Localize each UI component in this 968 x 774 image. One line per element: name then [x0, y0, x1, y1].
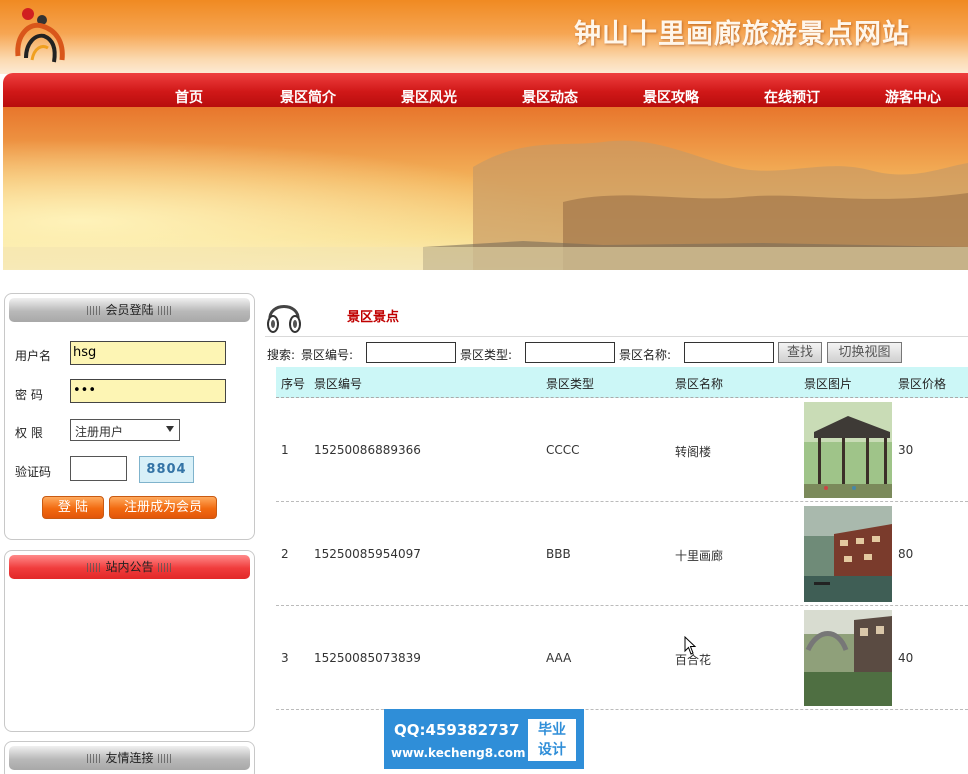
- banner-landscape: [3, 107, 968, 270]
- login-panel: 会员登陆 用户名 hsg 密 码 ••• 权 限 注册用户 验证码 8804 登…: [4, 293, 255, 540]
- watermark-banner: QQ:459382737 www.kecheng8.com 毕业 设计: [384, 709, 584, 769]
- password-input[interactable]: •••: [70, 379, 226, 403]
- grid-ornament-icon: [157, 563, 172, 572]
- nav-item-news[interactable]: 景区动态: [522, 87, 578, 107]
- col-header-no: 序号: [281, 377, 306, 391]
- role-label: 权 限: [15, 426, 43, 440]
- username-input[interactable]: hsg: [70, 341, 226, 365]
- watermark-url: www.kecheng8.com: [391, 746, 526, 760]
- cell-id: 15250085954097: [314, 547, 421, 561]
- cell-price: 40: [898, 651, 914, 665]
- captcha-label: 验证码: [15, 465, 52, 479]
- links-panel-header: 友情连接: [9, 746, 250, 770]
- cell-id: 15250086889366: [314, 443, 421, 457]
- table-row[interactable]: 3 15250085073839 AAA 百合花 40: [276, 606, 968, 710]
- headphones-icon: [267, 305, 301, 333]
- cell-type: BBB: [546, 547, 571, 561]
- notice-panel: 站内公告: [4, 550, 255, 732]
- nav-item-intro[interactable]: 景区简介: [280, 87, 336, 107]
- scenic-thumbnail[interactable]: [804, 610, 892, 706]
- nav-item-scenery[interactable]: 景区风光: [401, 87, 457, 107]
- table-row[interactable]: 2 15250085954097 BBB 十里画廊 80: [276, 502, 968, 606]
- nav-item-visitor[interactable]: 游客中心: [885, 87, 941, 107]
- col-header-name: 景区名称: [675, 377, 724, 391]
- site-title: 钟山十里画廊旅游景点网站: [574, 19, 910, 50]
- grid-ornament-icon: [157, 754, 172, 763]
- grid-ornament-icon: [87, 754, 102, 763]
- login-panel-header: 会员登陆: [9, 298, 250, 322]
- col-header-image: 景区图片: [804, 377, 853, 391]
- search-bar: 搜索: 景区编号: 景区类型: 景区名称: 查找 切换视图: [267, 342, 968, 364]
- site-logo[interactable]: [12, 4, 70, 66]
- cell-name[interactable]: 转阁楼: [675, 443, 711, 460]
- watermark-badge: 毕业 设计: [528, 719, 576, 761]
- search-name-input[interactable]: [684, 342, 774, 363]
- search-type-label: 景区类型:: [460, 348, 513, 362]
- role-select[interactable]: 注册用户: [70, 419, 180, 441]
- search-prefix: 搜索:: [267, 348, 296, 362]
- grid-ornament-icon: [87, 306, 102, 315]
- table-header: 序号 景区编号 景区类型 景区名称 景区图片 景区价格: [276, 367, 968, 398]
- nav-item-guide[interactable]: 景区攻略: [643, 87, 699, 107]
- search-id-label: 景区编号:: [301, 348, 354, 362]
- search-id-input[interactable]: [366, 342, 456, 363]
- col-header-price: 景区价格: [898, 377, 947, 391]
- scenic-thumbnail[interactable]: [804, 506, 892, 602]
- captcha-input[interactable]: [70, 456, 127, 481]
- register-button[interactable]: 注册成为会员: [109, 496, 217, 519]
- divider: [265, 336, 968, 337]
- nav-item-booking[interactable]: 在线预订: [764, 87, 820, 107]
- nav-item-home[interactable]: 首页: [175, 87, 203, 107]
- cell-name[interactable]: 十里画廊: [675, 547, 723, 564]
- cell-no: 2: [281, 547, 289, 561]
- password-label: 密 码: [15, 388, 43, 402]
- main-nav: 首页 景区简介 景区风光 景区动态 景区攻略 在线预订 游客中心: [3, 73, 968, 107]
- cell-price: 30: [898, 443, 914, 457]
- cell-type: CCCC: [546, 443, 580, 457]
- cell-no: 3: [281, 651, 289, 665]
- col-header-id: 景区编号: [314, 377, 363, 391]
- table-row[interactable]: 1 15250086889366 CCCC 转阁楼 30: [276, 398, 968, 502]
- search-type-input[interactable]: [525, 342, 615, 363]
- login-button[interactable]: 登 陆: [42, 496, 104, 519]
- chevron-down-icon: [166, 426, 174, 432]
- switch-view-button[interactable]: 切换视图: [827, 342, 902, 363]
- grid-ornament-icon: [87, 563, 102, 572]
- cell-no: 1: [281, 443, 289, 457]
- scenic-thumbnail[interactable]: [804, 402, 892, 498]
- cell-price: 80: [898, 547, 914, 561]
- links-panel: 友情连接: [4, 741, 255, 774]
- notice-panel-header: 站内公告: [9, 555, 250, 579]
- mouse-cursor-icon: [684, 636, 697, 655]
- cell-id: 15250085073839: [314, 651, 421, 665]
- cell-type: AAA: [546, 651, 572, 665]
- captcha-image[interactable]: 8804: [139, 456, 194, 483]
- watermark-qq: QQ:459382737: [394, 721, 520, 739]
- site-header: 钟山十里画廊旅游景点网站: [0, 0, 968, 74]
- search-name-label: 景区名称:: [619, 348, 672, 362]
- grid-ornament-icon: [157, 306, 172, 315]
- username-label: 用户名: [15, 349, 52, 363]
- col-header-type: 景区类型: [546, 377, 595, 391]
- find-button[interactable]: 查找: [778, 342, 822, 363]
- section-title: 景区景点: [347, 310, 400, 325]
